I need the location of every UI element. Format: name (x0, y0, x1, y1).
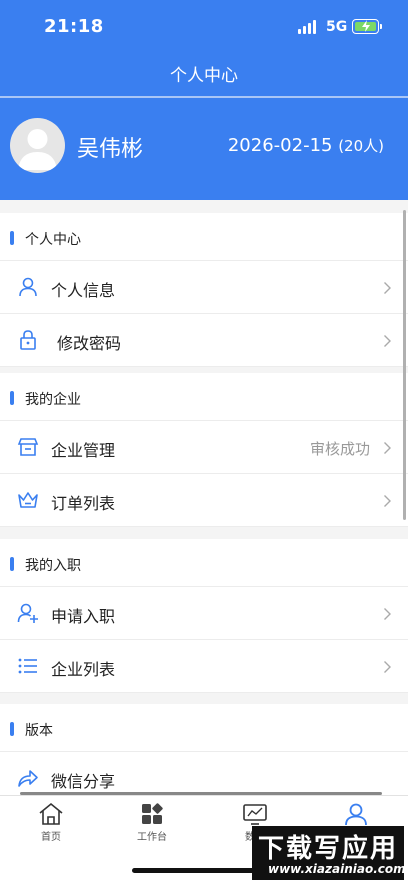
signal-icon (298, 20, 318, 34)
section-header-version: 版本 (0, 704, 408, 752)
menu-item-change-password[interactable]: 修改密码 (0, 314, 408, 367)
watermark-logo: 下载写应用 www.xiazainiao.com (252, 826, 406, 880)
menu-item-label: 企业列表 (51, 660, 116, 679)
member-count: (20人) (338, 137, 384, 155)
watermark-text: 下载写应用 (258, 834, 399, 864)
chevron-right-icon (384, 608, 391, 620)
chevron-right-icon (384, 661, 391, 673)
section-marker (10, 231, 14, 245)
tab-label: 工作台 (137, 832, 167, 843)
expiry-date: 2026-02-15 (227, 135, 333, 156)
section-marker (10, 557, 14, 571)
menu-item-label: 微信分享 (51, 772, 116, 791)
lock-icon (20, 330, 36, 350)
expiry-info: 2026-02-15 (20人) (228, 135, 384, 156)
tab-home[interactable]: 首页 (21, 800, 81, 850)
section-header-personal: 个人中心 (0, 213, 408, 261)
tab-label: 首页 (41, 832, 61, 843)
page-title: 个人中心 (170, 66, 238, 86)
store-icon (17, 438, 39, 456)
menu-item-label: 个人信息 (51, 281, 116, 300)
menu-item-label: 修改密码 (57, 334, 122, 353)
section-marker (10, 722, 14, 736)
watermark-url: www.xiazainiao.com (268, 862, 406, 876)
chevron-right-icon (384, 495, 391, 507)
home-indicator (132, 868, 266, 873)
scrollbar[interactable] (403, 210, 406, 520)
avatar[interactable] (10, 118, 65, 173)
home-icon (39, 802, 63, 825)
share-icon (18, 770, 38, 787)
menu-item-label: 申请入职 (51, 607, 116, 626)
tab-bar-top-line (20, 792, 382, 795)
chart-icon (243, 804, 267, 825)
battery-icon (352, 19, 382, 34)
list-icon (18, 658, 37, 674)
default-avatar-icon (18, 129, 57, 170)
add-user-icon (17, 603, 38, 623)
menu-item-personal-info[interactable]: 个人信息 (0, 261, 408, 314)
menu-item-enterprise-list[interactable]: 企业列表 (0, 640, 408, 693)
person-icon (345, 803, 367, 826)
nav-bar: 个人中心 (0, 52, 408, 94)
section-marker (10, 391, 14, 405)
chevron-right-icon (384, 282, 391, 294)
section-title: 我的企业 (25, 392, 81, 408)
status-time: 21:18 (44, 16, 104, 37)
review-status: 审核成功 (309, 440, 370, 458)
profile-card[interactable]: 吴伟彬 2026-02-15 (20人) (0, 98, 408, 200)
network-label: 5G (326, 19, 348, 35)
user-name: 吴伟彬 (77, 137, 144, 162)
section-title: 我的入职 (25, 558, 81, 574)
tab-workbench[interactable]: 工作台 (122, 800, 182, 850)
chevron-right-icon (384, 442, 391, 454)
section-header-my-enterprise: 我的企业 (0, 373, 408, 421)
status-bar: 21:18 5G (0, 0, 408, 52)
user-icon (19, 277, 37, 297)
section-title: 个人中心 (25, 232, 81, 248)
menu-item-label: 企业管理 (51, 441, 116, 460)
section-title: 版本 (25, 723, 53, 739)
chevron-right-icon (384, 335, 391, 347)
grid-icon (142, 803, 163, 824)
crown-icon (18, 492, 38, 508)
menu-item-enterprise-management[interactable]: 企业管理 审核成功 (0, 421, 408, 474)
menu-item-order-list[interactable]: 订单列表 (0, 474, 408, 527)
section-header-my-onboarding: 我的入职 (0, 539, 408, 587)
menu-item-label: 订单列表 (51, 494, 116, 513)
menu-item-apply-onboarding[interactable]: 申请入职 (0, 587, 408, 640)
